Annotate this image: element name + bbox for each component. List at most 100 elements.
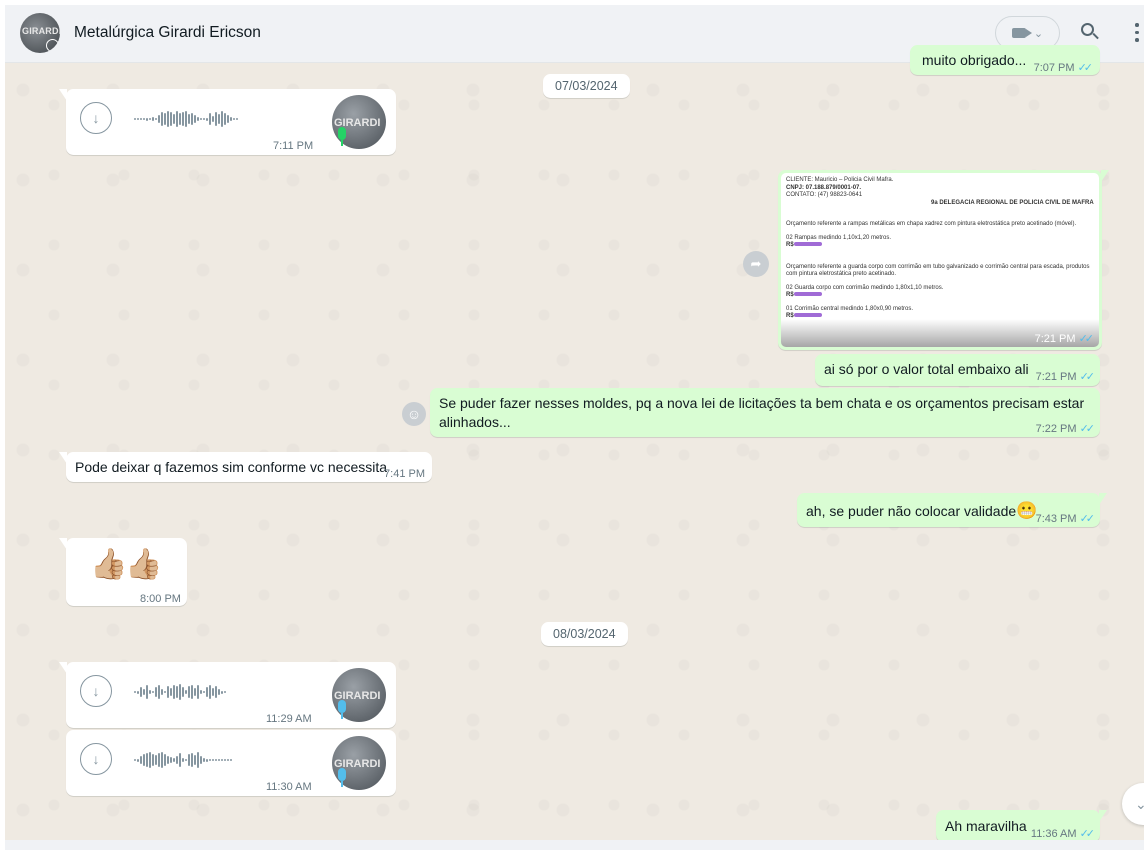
message-outgoing[interactable]: muito obrigado... 7:07 PM ✓✓ — [910, 45, 1100, 75]
message-text: ah, se puder não colocar validade — [806, 503, 1017, 519]
message-time: 7:21 PM — [1034, 332, 1076, 345]
chevron-down-icon: ⌄ — [1135, 795, 1144, 812]
waveform-bar — [173, 758, 175, 762]
voice-message[interactable]: ↓ GIRARDI 11:29 AM — [59, 662, 396, 728]
waveform-bar — [137, 118, 139, 120]
waveform-bar — [140, 118, 142, 120]
read-ticks-icon: ✓✓ — [1077, 62, 1094, 74]
waveform-bar — [170, 112, 172, 126]
emoji-reaction-icon[interactable]: ☺ — [402, 402, 426, 426]
waveform-bar — [188, 686, 190, 698]
waveform-bar — [146, 117, 148, 121]
waveform-bar — [173, 114, 175, 124]
audio-waveform[interactable] — [134, 681, 314, 703]
contact-avatar[interactable]: GIRARDI — [20, 13, 60, 53]
message-time: 7:41 PM — [384, 468, 425, 480]
message-time: 7:07 PM — [1033, 62, 1075, 74]
voice-message[interactable]: ↓ GIRARDI 7:11 PM — [59, 89, 396, 155]
waveform-bar — [182, 758, 184, 762]
search-button[interactable] — [1078, 20, 1102, 44]
date-separator: 07/03/2024 — [543, 74, 630, 98]
doc-line: 02 Rampas medindo 1,10x1,20 metros. — [786, 234, 892, 241]
waveform-bar — [167, 756, 169, 764]
message-incoming[interactable]: 👍🏼👍🏼 8:00 PM — [59, 538, 187, 606]
waveform-bar — [206, 117, 208, 121]
waveform-bar — [194, 115, 196, 123]
message-text: muito obrigado... — [922, 52, 1027, 68]
waveform-bar — [146, 753, 148, 767]
waveform-bar — [218, 114, 220, 124]
waveform-bar — [215, 686, 217, 698]
doc-line: CONTATO: (47) 98823-0641 — [786, 192, 863, 198]
waveform-bar — [170, 757, 172, 763]
doc-line: CLIENTE: Mauricio – Policia Civil Mafra. — [786, 177, 894, 183]
avatar-logo-text: GIRARDI — [22, 26, 60, 36]
doc-line: Orçamento referente a guarda corpo com c… — [786, 263, 1090, 278]
download-icon[interactable]: ↓ — [80, 675, 112, 707]
waveform-bar — [209, 759, 211, 761]
voice-message[interactable]: ↓ GIRARDI 11:30 AM — [66, 730, 396, 796]
message-text: Se puder fazer nesses moldes, pq a nova … — [439, 395, 1085, 430]
waveform-bar — [146, 685, 148, 699]
contact-name[interactable]: Metalúrgica Girardi Ericson — [74, 24, 261, 42]
read-ticks-icon: ✓✓ — [1079, 423, 1096, 435]
waveform-bar — [185, 759, 187, 761]
document-image[interactable]: CLIENTE: Mauricio – Policia Civil Mafra.… — [781, 173, 1099, 347]
message-outgoing[interactable]: Se puder fazer nesses moldes, pq a nova … — [430, 388, 1100, 437]
waveform-bar — [188, 754, 190, 766]
waveform-bar — [155, 118, 157, 120]
audio-waveform[interactable] — [134, 108, 314, 130]
waveform-bar — [179, 113, 181, 125]
waveform-bar — [191, 113, 193, 125]
waveform-bar — [155, 687, 157, 697]
message-time: 11:36 AM — [1030, 828, 1077, 840]
waveform-bar — [203, 758, 205, 762]
waveform-bar — [179, 684, 181, 700]
waveform-bar — [191, 753, 193, 767]
waveform-bar — [170, 688, 172, 696]
message-outgoing[interactable]: ah, se puder não colocar validade😬 7:43 … — [797, 493, 1107, 527]
waveform-bar — [143, 118, 145, 120]
message-outgoing[interactable]: ai só por o valor total embaixo ali 7:21… — [815, 354, 1100, 386]
waveform-bar — [230, 759, 232, 761]
redaction-mark — [793, 242, 822, 247]
waveform-bar — [164, 754, 166, 766]
waveform-bar — [221, 111, 223, 127]
thumbs-up-emoji-icon: 👍🏼👍🏼 — [90, 548, 163, 581]
message-time: 11:29 AM — [266, 713, 312, 725]
chevron-down-icon: ⌄ — [1033, 27, 1044, 40]
download-icon[interactable]: ↓ — [80, 102, 112, 134]
message-incoming[interactable]: Pode deixar q fazemos sim conforme vc ne… — [59, 452, 432, 482]
redaction-mark — [793, 292, 822, 297]
waveform-bar — [158, 115, 160, 123]
read-ticks-icon: ✓✓ — [1078, 332, 1095, 345]
waveform-bar — [179, 753, 181, 767]
waveform-bar — [221, 690, 223, 694]
waveform-bar — [182, 112, 184, 126]
message-time: 7:11 PM — [273, 140, 314, 152]
waveform-bar — [161, 112, 163, 126]
kebab-menu-icon[interactable] — [1133, 23, 1141, 45]
waveform-bar — [212, 759, 214, 761]
waveform-bar — [152, 117, 154, 121]
waveform-bar — [200, 118, 202, 120]
waveform-bar — [200, 756, 202, 764]
microphone-icon — [336, 127, 348, 147]
waveform-bar — [227, 759, 229, 761]
waveform-bar — [173, 685, 175, 699]
read-ticks-icon: ✓✓ — [1079, 371, 1096, 383]
message-time: 7:43 PM — [1035, 513, 1077, 525]
message-outgoing[interactable]: Ah maravilha 11:36 AM ✓✓ — [936, 810, 1107, 842]
waveform-bar — [194, 755, 196, 765]
doc-line: 02 Guarda corpo com corrimão medindo 1,8… — [786, 284, 944, 291]
download-icon[interactable]: ↓ — [80, 743, 112, 775]
message-time: 7:21 PM — [1035, 371, 1077, 383]
forward-icon[interactable]: ➦ — [743, 251, 769, 277]
waveform-bar — [143, 754, 145, 766]
doc-line: CNPJ: 07.188.879/0001-07. — [786, 184, 862, 191]
date-separator: 08/03/2024 — [541, 622, 628, 646]
audio-waveform[interactable] — [134, 749, 314, 771]
waveform-bar — [200, 690, 202, 694]
waveform-bar — [209, 113, 211, 125]
image-message[interactable]: CLIENTE: Mauricio – Policia Civil Mafra.… — [778, 170, 1109, 350]
